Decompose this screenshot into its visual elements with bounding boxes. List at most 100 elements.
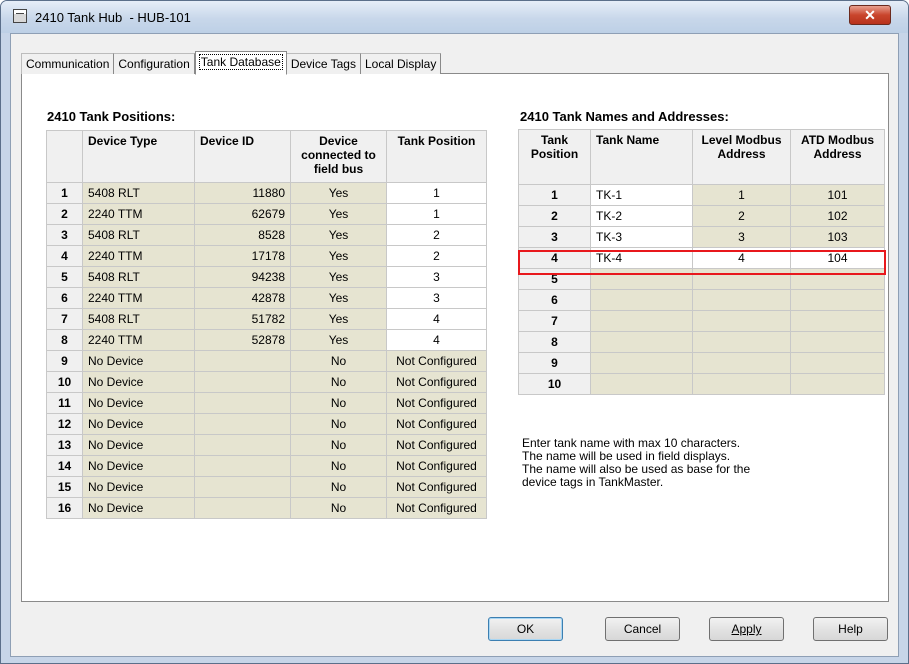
connected-cell: Yes (290, 329, 387, 351)
table-row: 5 (518, 268, 885, 290)
connected-cell: No (290, 434, 387, 456)
tank-position-cell[interactable]: 1 (386, 203, 487, 225)
tank-position-cell[interactable]: 1 (386, 182, 487, 204)
close-button[interactable]: ✕ (849, 5, 891, 25)
device-id-cell (194, 371, 291, 393)
level-modbus-cell[interactable]: 4 (692, 247, 791, 269)
tab-communication[interactable]: Communication (21, 53, 115, 74)
table-row: 1 5408 RLT 11880 Yes 1 (46, 182, 487, 204)
tab-label: Communication (26, 57, 110, 71)
device-id-cell: 52878 (194, 329, 291, 351)
tank-positions-table: Device Type Device ID Device connected t… (46, 130, 487, 519)
tank-position-cell: 1 (518, 184, 591, 206)
device-type-cell: 2240 TTM (82, 245, 195, 267)
tab-label: Tank Database (198, 54, 283, 70)
tank-position-cell: 8 (518, 331, 591, 353)
row-index: 11 (46, 392, 83, 414)
window-frame-bottom (1, 657, 908, 663)
tank-name-cell[interactable] (590, 289, 693, 311)
tank-position-cell[interactable]: 3 (386, 287, 487, 309)
col-device-type-header: Device Type (82, 130, 195, 183)
tank-name-cell[interactable] (590, 310, 693, 332)
device-id-cell: 42878 (194, 287, 291, 309)
window-title: 2410 Tank Hub - HUB-101 (35, 10, 191, 25)
row-index: 5 (46, 266, 83, 288)
atd-modbus-cell: 101 (790, 184, 885, 206)
atd-modbus-cell (790, 268, 885, 290)
tank-name-cell[interactable] (590, 268, 693, 290)
table-row: 13 No Device No Not Configured (46, 434, 487, 456)
device-type-cell: 5408 RLT (82, 224, 195, 246)
tank-position-cell: 10 (518, 373, 591, 395)
ok-button[interactable]: OK (488, 617, 563, 641)
tank-name-cell[interactable]: TK-2 (590, 205, 693, 227)
tank-position-cell: Not Configured (386, 350, 487, 372)
table-row: 10 No Device No Not Configured (46, 371, 487, 393)
row-index: 8 (46, 329, 83, 351)
tab-tank-database[interactable]: Tank Database (194, 51, 287, 75)
apply-button[interactable]: Apply (709, 617, 784, 641)
device-type-cell: No Device (82, 413, 195, 435)
col-atd-modbus-header: ATD Modbus Address (790, 129, 885, 185)
atd-modbus-cell (790, 373, 885, 395)
level-modbus-cell (692, 373, 791, 395)
row-index: 4 (46, 245, 83, 267)
row-index: 3 (46, 224, 83, 246)
title-bar[interactable]: 2410 Tank Hub - HUB-101 ✕ (1, 1, 908, 33)
table-row: 14 No Device No Not Configured (46, 455, 487, 477)
connected-cell: Yes (290, 245, 387, 267)
tank-position-cell[interactable]: 4 (386, 308, 487, 330)
tank-positions-title: 2410 Tank Positions: (47, 109, 176, 124)
tank-name-cell[interactable] (590, 352, 693, 374)
table-row: 1 TK-1 1 101 (518, 184, 885, 206)
tank-position-cell[interactable]: 2 (386, 245, 487, 267)
tank-name-cell[interactable] (590, 331, 693, 353)
connected-cell: No (290, 371, 387, 393)
cancel-button[interactable]: Cancel (605, 617, 680, 641)
col-level-modbus-header: Level Modbus Address (692, 129, 791, 185)
connected-cell: No (290, 392, 387, 414)
device-id-cell: 11880 (194, 182, 291, 204)
table-row: 6 (518, 289, 885, 311)
tank-name-cell[interactable]: TK-1 (590, 184, 693, 206)
table-row: 9 (518, 352, 885, 374)
table-row: 11 No Device No Not Configured (46, 392, 487, 414)
device-type-cell: No Device (82, 434, 195, 456)
row-index: 13 (46, 434, 83, 456)
tank-position-cell: Not Configured (386, 371, 487, 393)
tank-position-cell[interactable]: 2 (386, 224, 487, 246)
atd-modbus-cell (790, 352, 885, 374)
tank-name-cell[interactable]: TK-3 (590, 226, 693, 248)
tank-position-cell[interactable]: 3 (386, 266, 487, 288)
device-type-cell: 2240 TTM (82, 329, 195, 351)
tab-device-tags[interactable]: Device Tags (286, 53, 361, 74)
table-row: 16 No Device No Not Configured (46, 497, 487, 519)
connected-cell: Yes (290, 287, 387, 309)
atd-modbus-cell[interactable]: 104 (790, 247, 885, 269)
tab-label: Configuration (118, 57, 190, 71)
device-id-cell: 62679 (194, 203, 291, 225)
device-id-cell (194, 434, 291, 456)
tab-local-display[interactable]: Local Display (360, 53, 442, 74)
tab-configuration[interactable]: Configuration (114, 53, 195, 74)
tank-name-cell[interactable]: TK-4 (590, 247, 693, 269)
tank-name-cell[interactable] (590, 373, 693, 395)
help-button[interactable]: Help (813, 617, 888, 641)
table-row: 10 (518, 373, 885, 395)
tab-label: Local Display (364, 57, 437, 71)
row-index: 2 (46, 203, 83, 225)
table-row: 6 2240 TTM 42878 Yes 3 (46, 287, 487, 309)
connected-cell: Yes (290, 308, 387, 330)
atd-modbus-cell: 102 (790, 205, 885, 227)
row-index: 1 (46, 182, 83, 204)
tank-position-cell: 6 (518, 289, 591, 311)
level-modbus-cell (692, 289, 791, 311)
table-row: 12 No Device No Not Configured (46, 413, 487, 435)
table-row: 4 2240 TTM 17178 Yes 2 (46, 245, 487, 267)
device-type-cell: 2240 TTM (82, 287, 195, 309)
tank-position-cell[interactable]: 4 (386, 329, 487, 351)
window-app-icon (13, 9, 27, 23)
device-type-cell: No Device (82, 371, 195, 393)
tank-name-hint: Enter tank name with max 10 characters. … (522, 436, 751, 489)
connected-cell: No (290, 413, 387, 435)
